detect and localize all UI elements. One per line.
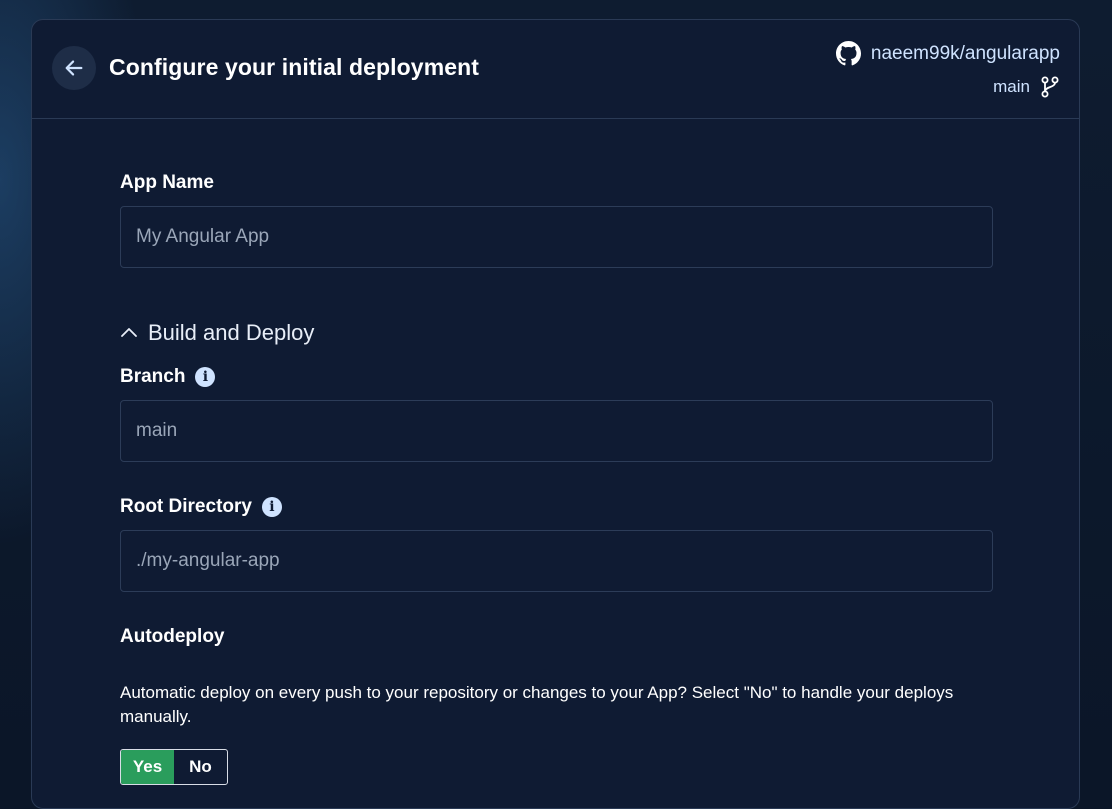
page-title: Configure your initial deployment xyxy=(109,54,480,80)
app-name-label-text: App Name xyxy=(120,172,214,193)
info-icon[interactable]: i xyxy=(195,367,216,387)
repo-link-row[interactable]: naeem99k/angularapp xyxy=(835,41,1060,66)
autodeploy-toggle: Yes No xyxy=(120,749,228,785)
repo-link[interactable]: naeem99k/angularapp xyxy=(871,43,1060,65)
autodeploy-description: Automatic deploy on every push to your r… xyxy=(120,683,954,726)
info-icon[interactable]: i xyxy=(261,497,282,517)
autodeploy-no-button[interactable]: No xyxy=(174,750,227,784)
root-directory-label-text: Root Directory xyxy=(120,496,252,517)
app-name-input[interactable] xyxy=(120,206,993,268)
back-button[interactable] xyxy=(52,46,96,90)
autodeploy-label-text: Autodeploy xyxy=(120,626,225,647)
github-icon xyxy=(835,41,861,66)
branch-label-text: Branch xyxy=(120,366,186,387)
root-directory-label: Root Directory i xyxy=(120,496,282,518)
git-branch-icon xyxy=(1040,76,1060,98)
chevron-up-icon xyxy=(120,324,138,342)
branch-indicator: main xyxy=(993,76,1060,98)
deployment-config-card: Configure your initial deployment naeem9… xyxy=(31,19,1080,809)
app-name-label: App Name xyxy=(120,172,214,194)
card-header: Configure your initial deployment naeem9… xyxy=(32,20,1079,119)
build-deploy-toggle[interactable]: Build and Deploy xyxy=(120,320,314,346)
branch-input[interactable] xyxy=(120,400,993,462)
arrow-left-icon xyxy=(63,57,85,79)
branch-label: Branch i xyxy=(120,366,216,388)
autodeploy-yes-button[interactable]: Yes xyxy=(121,750,174,784)
autodeploy-label: Autodeploy xyxy=(120,626,225,648)
root-directory-input[interactable] xyxy=(120,530,993,592)
branch-name: main xyxy=(993,77,1030,96)
build-deploy-label: Build and Deploy xyxy=(148,320,315,345)
